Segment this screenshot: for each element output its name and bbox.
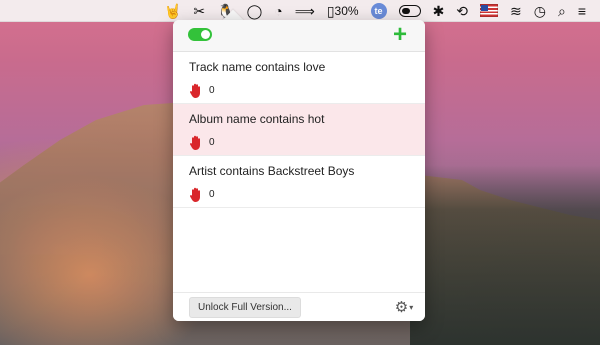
circle-icon[interactable]: ◯ [241, 0, 269, 22]
us-flag-icon[interactable] [474, 0, 504, 22]
te-badge: te [370, 2, 387, 19]
toggle-icon[interactable] [393, 0, 427, 22]
rule-meta: 0 [189, 82, 425, 100]
search-icon[interactable]: ⌕ [552, 0, 572, 22]
popover-header: + [173, 20, 425, 52]
te-app-icon[interactable]: te [365, 0, 393, 22]
rule-meta: 0 [189, 186, 425, 204]
phone-icon: ▯ [326, 2, 335, 19]
unlock-full-version-button[interactable]: Unlock Full Version... [189, 297, 301, 318]
circle-glyph: ◯ [246, 2, 263, 19]
notification-center-glyph: ≡ [577, 2, 586, 19]
menu-bar: 🤘 ✂ 🐧 ◯ ◔ ⟹ ▯ 30% te ✱ ⟲ ≋ ◷ ⌕ ≡ [0, 0, 600, 22]
battery-status[interactable]: ▯ 30% [321, 0, 365, 22]
time-machine-glyph: ⟲ [456, 2, 469, 19]
enable-toggle[interactable] [188, 28, 212, 41]
rock-hand-icon[interactable]: 🤘 [158, 0, 187, 22]
toggle-shape [398, 4, 421, 17]
stop-hand-icon [189, 83, 200, 98]
gear-icon: ⚙ [394, 299, 409, 316]
toggle-knob [201, 30, 210, 39]
scissors-icon[interactable]: ✂ [187, 0, 211, 22]
clock-icon[interactable]: ◷ [528, 0, 552, 22]
arrows-icon[interactable]: ⟹ [289, 0, 321, 22]
rule-count: 0 [209, 137, 215, 148]
time-machine-icon[interactable]: ⟲ [450, 0, 474, 22]
app-popover: + Track name contains love 0 Album name … [173, 20, 425, 321]
rule-title: Track name contains love [189, 60, 326, 74]
rule-row[interactable]: Artist contains Backstreet Boys 0 [173, 156, 425, 208]
rule-row[interactable]: Track name contains love 0 [173, 52, 425, 104]
popover-footer: Unlock Full Version... ⚙ ▾ [173, 292, 425, 321]
rock-hand-glyph: 🤘 [163, 2, 182, 19]
chevron-down-icon: ▾ [409, 302, 414, 312]
speedometer-icon[interactable]: ◔ [268, 0, 288, 22]
search-glyph: ⌕ [557, 2, 566, 19]
bluetooth-glyph: ✱ [432, 2, 445, 19]
scissors-glyph: ✂ [193, 2, 206, 19]
rule-row[interactable]: Album name contains hot 0 [173, 104, 425, 156]
rule-count: 0 [209, 189, 215, 200]
rule-title: Album name contains hot [189, 112, 325, 126]
settings-button[interactable]: ⚙ ▾ [393, 297, 415, 317]
wifi-icon[interactable]: ≋ [504, 0, 528, 22]
rules-list: Track name contains love 0 Album name co… [173, 52, 425, 208]
stop-hand-icon [189, 135, 200, 150]
rule-meta: 0 [189, 134, 425, 152]
rule-title: Artist contains Backstreet Boys [189, 164, 355, 178]
battery-percent: 30% [334, 3, 359, 18]
wifi-glyph: ≋ [510, 2, 522, 19]
clock-glyph: ◷ [533, 2, 546, 19]
rule-count: 0 [209, 85, 215, 96]
notification-center-icon[interactable]: ≡ [572, 0, 592, 22]
arrows-glyph: ⟹ [294, 2, 315, 19]
wallpaper-trees [410, 165, 600, 345]
add-rule-button[interactable]: + [389, 23, 411, 47]
us-flag-shape [480, 4, 499, 17]
stop-hand-icon [189, 187, 200, 202]
speedometer-glyph: ◔ [274, 2, 283, 19]
bluetooth-icon[interactable]: ✱ [427, 0, 451, 22]
